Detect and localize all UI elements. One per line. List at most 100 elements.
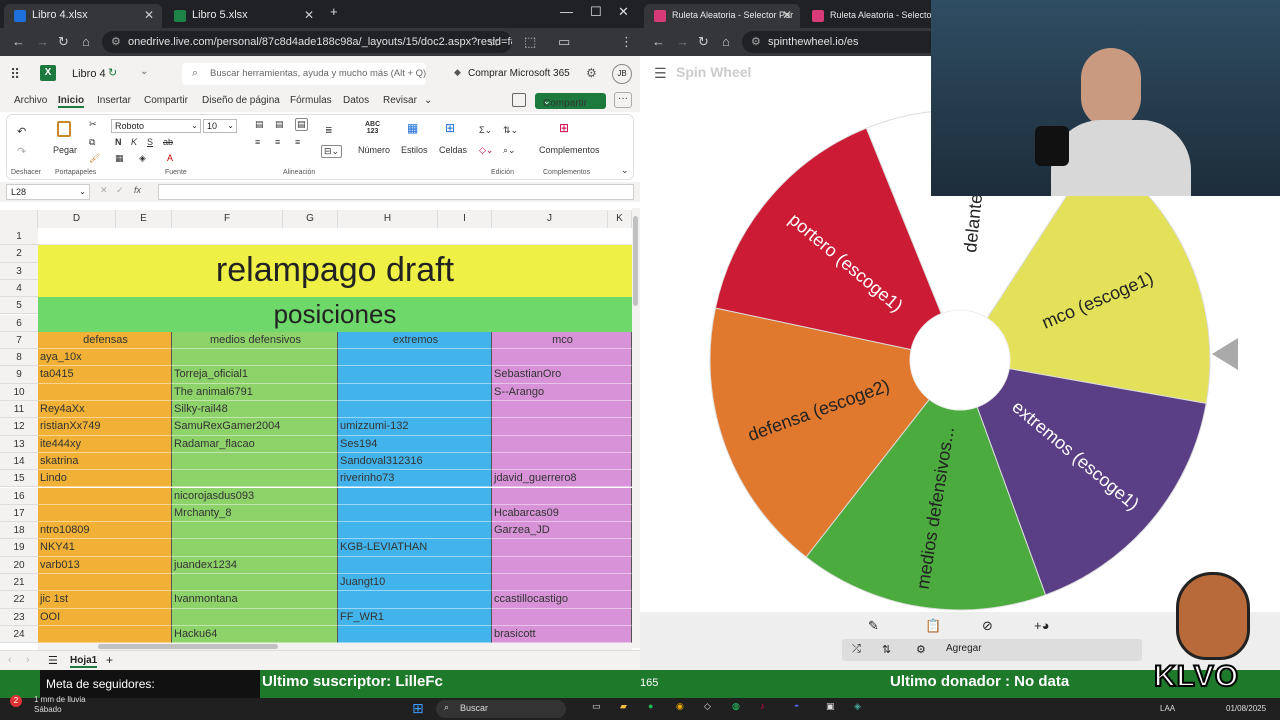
table-cell[interactable] [338,522,492,540]
all-sheets-icon[interactable]: ☰ [48,654,58,667]
column-header[interactable]: D [38,210,116,228]
tiktok-icon[interactable]: ♪ [760,701,765,711]
file-explorer-icon[interactable]: ▰ [620,701,627,712]
tab-datos[interactable]: Datos [343,95,369,106]
discord-icon[interactable]: ◓ [794,701,799,711]
ribbon-expand-chevron-icon[interactable]: ⌄ [621,165,629,176]
table-cell[interactable]: S--Arango [492,383,632,401]
table-cell[interactable]: ccastillocastigo [492,591,632,609]
next-sheet-icon[interactable]: › [26,654,30,666]
align-bottom-icon[interactable]: ▤ [295,118,308,131]
row-header[interactable]: 16 [0,487,38,505]
table-cell[interactable] [492,556,632,574]
close-tab-icon[interactable]: ✕ [782,4,792,26]
cancel-icon[interactable]: ✕ [100,185,108,196]
addins-icon[interactable]: ⊞ [559,121,569,135]
new-tab-button[interactable]: + [330,4,338,19]
merge-center-icon[interactable]: ⊟⌄ [321,145,343,158]
table-cell[interactable]: jic 1st [38,591,172,609]
row-header[interactable]: 18 [0,522,38,540]
table-cell[interactable] [38,504,172,523]
scroll-thumb[interactable] [98,644,278,649]
tab-compartir[interactable]: Compartir [144,95,188,106]
table-cell[interactable]: riverinho73 [338,470,492,488]
paste-button[interactable]: Pegar [53,145,77,155]
column-group-header[interactable]: medios defensivos [172,331,338,350]
settings-icon[interactable]: ⚙ [916,643,926,656]
table-cell[interactable]: ta0415 [38,366,172,384]
table-cell[interactable]: FF_WR1 [338,608,492,626]
table-cell[interactable] [338,401,492,419]
scroll-thumb[interactable] [633,216,638,306]
table-cell[interactable] [492,574,632,592]
column-header[interactable]: J [492,210,608,228]
cast-icon[interactable]: ▭ [558,34,570,50]
add-color-icon[interactable]: +◕ [1034,618,1049,633]
cells-icon[interactable]: ⊞ [445,121,455,135]
italic-icon[interactable]: K [131,137,137,147]
row-header[interactable]: 1 [0,228,38,246]
empty-row[interactable] [38,228,632,246]
close-window-icon[interactable]: ✕ [618,4,629,20]
paste-icon[interactable] [57,121,71,137]
table-cell[interactable] [338,625,492,644]
column-group-header[interactable]: mco [492,331,632,350]
table-cell[interactable]: aya_10x [38,349,172,367]
site-info-icon[interactable]: ⚙ [751,31,761,53]
styles-button[interactable]: Estilos [401,145,428,155]
copy-icon[interactable]: ⧉ [89,137,95,148]
row-header[interactable]: 3 [0,262,38,280]
url-input[interactable]: ⚙ spinthewheel.io/es [742,31,942,53]
align-right-icon[interactable]: ≡ [295,137,300,147]
buy-microsoft-link[interactable]: Comprar Microsoft 365 [468,68,570,79]
horizontal-scrollbar[interactable] [38,643,632,650]
prev-sheet-icon[interactable]: ‹ [8,654,12,666]
addins-button[interactable]: Complementos [539,145,600,155]
row-header[interactable]: 9 [0,366,38,384]
sheet-title-cell[interactable]: relampago draft [38,245,632,298]
table-cell[interactable] [38,574,172,592]
table-cell[interactable]: SebastianOro [492,366,632,384]
table-cell[interactable]: Rey4aXx [38,401,172,419]
table-cell[interactable] [172,452,338,471]
row-header[interactable]: 15 [0,470,38,488]
clipboard-icon[interactable]: 📋 [925,618,941,634]
home-icon[interactable]: ⌂ [82,34,90,49]
chrome-icon[interactable]: ◉ [676,701,684,712]
vertical-scrollbar[interactable] [632,208,640,648]
table-cell[interactable]: Juangt10 [338,574,492,592]
column-header[interactable]: I [438,210,492,228]
row-header[interactable]: 13 [0,435,38,453]
table-cell[interactable] [492,539,632,557]
whatsapp-icon[interactable]: ◍ [732,701,740,712]
tab-ruleta-1[interactable]: Ruleta Aleatoria - Selector Per ✕ [644,4,800,28]
column-header[interactable]: E [116,210,172,228]
table-cell[interactable]: ntro10809 [38,522,172,540]
font-name-select[interactable]: Roboto ⌄ [111,119,201,133]
reload-icon[interactable]: ↻ [58,34,69,50]
fill-color-icon[interactable]: ◈ [139,153,146,164]
close-tab-icon[interactable]: ✕ [304,4,314,26]
redo-icon[interactable]: ↷ [17,145,26,158]
strikethrough-icon[interactable]: ab [163,137,173,147]
borders-icon[interactable]: ▦ [115,153,124,164]
table-cell[interactable]: Silky-rail48 [172,401,338,419]
table-cell[interactable] [172,470,338,488]
column-group-header[interactable]: extremos [338,331,492,350]
windows-start-icon[interactable]: ⊞ [412,700,424,717]
clock-date[interactable]: 01/08/2025 [1226,704,1266,713]
table-cell[interactable]: Hcabarcas09 [492,504,632,523]
formula-input[interactable] [158,184,634,200]
maximize-icon[interactable]: ☐ [590,4,602,20]
table-cell[interactable]: KGB-LEVIATHAN [338,539,492,557]
table-cell[interactable] [172,349,338,367]
add-button[interactable]: Agregar [946,643,982,654]
cut-icon[interactable]: ✂ [89,119,97,130]
hamburger-menu-icon[interactable]: ☰ [654,65,667,82]
row-header[interactable]: 20 [0,556,38,574]
more-options-icon[interactable]: ··· [614,92,632,108]
table-cell[interactable]: Torreja_oficial1 [172,366,338,384]
table-cell[interactable] [172,574,338,592]
bookmark-star-icon[interactable]: ☆ [488,34,500,50]
insert-function-icon[interactable]: fx [134,185,141,195]
